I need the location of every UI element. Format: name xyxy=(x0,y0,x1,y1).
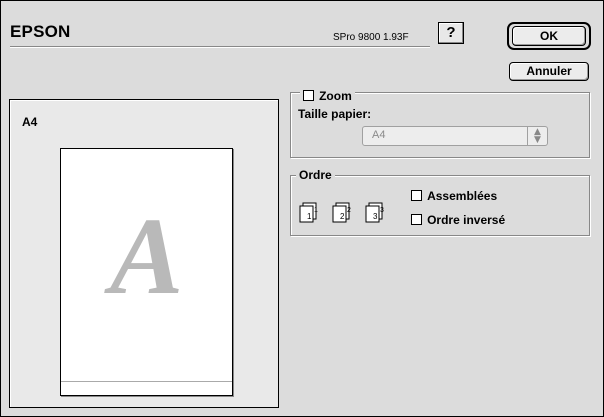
paper-size-select[interactable] xyxy=(362,126,548,146)
ok-button[interactable]: OK xyxy=(512,26,586,46)
page-stack-1-icon: 1 1 xyxy=(299,202,318,223)
zoom-legend: Zoom xyxy=(300,85,355,104)
reverse-order-label: Ordre inversé xyxy=(427,213,506,227)
svg-text:1: 1 xyxy=(307,212,312,221)
order-legend: Ordre xyxy=(296,168,335,182)
cancel-button[interactable]: Annuler xyxy=(509,62,589,81)
sheet-margin-line xyxy=(61,381,232,382)
driver-version: SPro 9800 1.93F xyxy=(333,32,409,43)
reverse-order-checkbox[interactable] xyxy=(411,214,422,225)
svg-text:1: 1 xyxy=(314,207,318,214)
collate-label: Assemblées xyxy=(427,189,498,203)
page-stack-3-icon: 3 3 xyxy=(365,202,384,223)
svg-text:2: 2 xyxy=(340,212,345,221)
collate-option[interactable]: Assemblées xyxy=(411,185,497,204)
page-stack-2-icon: 2 2 xyxy=(332,202,351,223)
svg-text:3: 3 xyxy=(380,207,384,214)
preview-paper-name: A4 xyxy=(22,115,38,129)
svg-text:2: 2 xyxy=(347,207,351,214)
header-divider-highlight xyxy=(10,47,430,48)
svg-text:3: 3 xyxy=(373,212,378,221)
help-button[interactable]: ? xyxy=(438,22,464,44)
zoom-checkbox[interactable] xyxy=(303,90,314,101)
reverse-order-option[interactable]: Ordre inversé xyxy=(411,209,505,228)
brand-logo: EPSON xyxy=(10,22,71,41)
paper-size-value: A4 xyxy=(372,129,386,141)
select-arrows-icon: ▲ ▼ xyxy=(527,127,547,145)
paper-size-label: Taille papier: xyxy=(298,107,372,121)
zoom-label: Zoom xyxy=(319,89,352,103)
collate-checkbox[interactable] xyxy=(411,190,422,201)
preview-sample-letter: A xyxy=(109,195,184,317)
page-order-icons: 1 1 2 2 3 3 xyxy=(299,202,384,223)
